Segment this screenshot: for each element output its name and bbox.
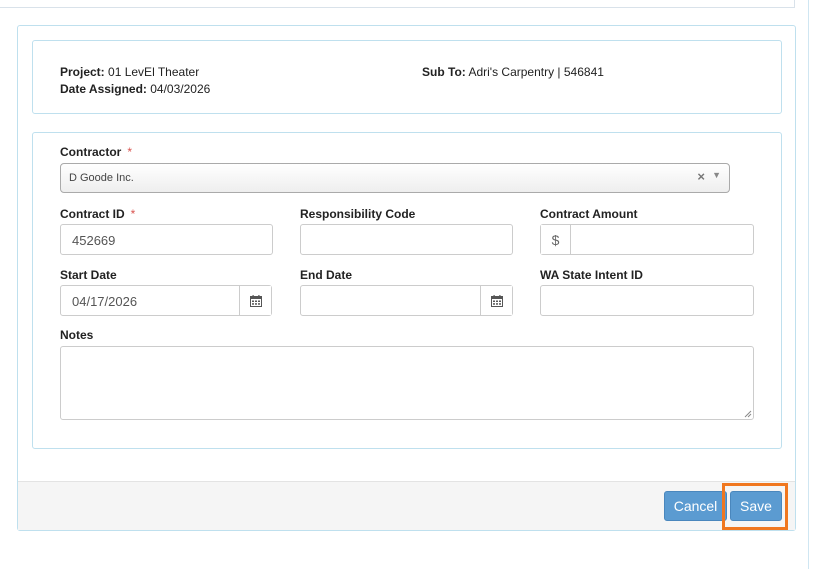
start-date-value: 04/17/2026	[72, 294, 138, 309]
date-assigned-label: Date Assigned:	[60, 82, 147, 96]
contract-form: Contractor * D Goode Inc. × ▼ Contract ID…	[32, 132, 782, 449]
sub-to-line: Sub To: Adri's Carpentry | 546841	[422, 65, 604, 79]
wa-state-intent-id-label: WA State Intent ID	[540, 268, 643, 282]
required-marker: *	[127, 145, 133, 159]
date-assigned-line: Date Assigned: 04/03/2026	[60, 82, 210, 96]
contractor-selected-value: D Goode Inc.	[69, 172, 134, 184]
modal-footer: Cancel Save	[18, 481, 795, 530]
chevron-down-icon[interactable]: ▼	[712, 170, 721, 180]
calendar-icon[interactable]	[480, 286, 512, 315]
contract-id-label: Contract ID *	[60, 207, 135, 221]
save-button-highlight	[722, 483, 788, 530]
required-marker: *	[130, 207, 136, 221]
contract-id-input[interactable]: 452669	[60, 224, 273, 255]
contractor-select[interactable]: D Goode Inc. × ▼	[60, 163, 730, 193]
resize-grip-icon[interactable]	[744, 410, 752, 418]
sub-to-label: Sub To:	[422, 65, 466, 79]
cancel-button[interactable]: Cancel	[664, 491, 727, 521]
contract-amount-input[interactable]: $	[540, 224, 754, 255]
previous-panel-edge	[0, 0, 795, 8]
dollar-sign-icon: $	[541, 225, 571, 254]
scroll-divider	[808, 0, 809, 569]
contract-id-label-text: Contract ID	[60, 207, 125, 221]
contract-id-value: 452669	[72, 233, 116, 248]
responsibility-code-input[interactable]	[300, 224, 513, 255]
sub-to-value: Adri's Carpentry | 546841	[468, 65, 604, 79]
assignment-info-box: Project: 01 LevEl Theater Date Assigned:…	[32, 40, 782, 114]
assign-contractor-panel: Project: 01 LevEl Theater Date Assigned:…	[17, 25, 796, 531]
date-assigned-value: 04/03/2026	[150, 82, 211, 96]
start-date-label: Start Date	[60, 268, 117, 282]
notes-label: Notes	[60, 328, 94, 342]
wa-state-intent-id-input[interactable]	[540, 285, 754, 316]
end-date-input[interactable]	[300, 285, 513, 316]
project-value: 01 LevEl Theater	[108, 65, 200, 79]
notes-textarea[interactable]	[60, 346, 754, 420]
project-label: Project:	[60, 65, 105, 79]
contractor-label-text: Contractor	[60, 145, 122, 159]
project-line: Project: 01 LevEl Theater	[60, 65, 199, 79]
start-date-input[interactable]: 04/17/2026	[60, 285, 272, 316]
clear-selection-icon[interactable]: ×	[697, 169, 705, 184]
contractor-label: Contractor *	[60, 145, 132, 159]
responsibility-code-label: Responsibility Code	[300, 207, 416, 221]
calendar-icon[interactable]	[239, 286, 271, 315]
end-date-label: End Date	[300, 268, 353, 282]
contract-amount-label: Contract Amount	[540, 207, 638, 221]
